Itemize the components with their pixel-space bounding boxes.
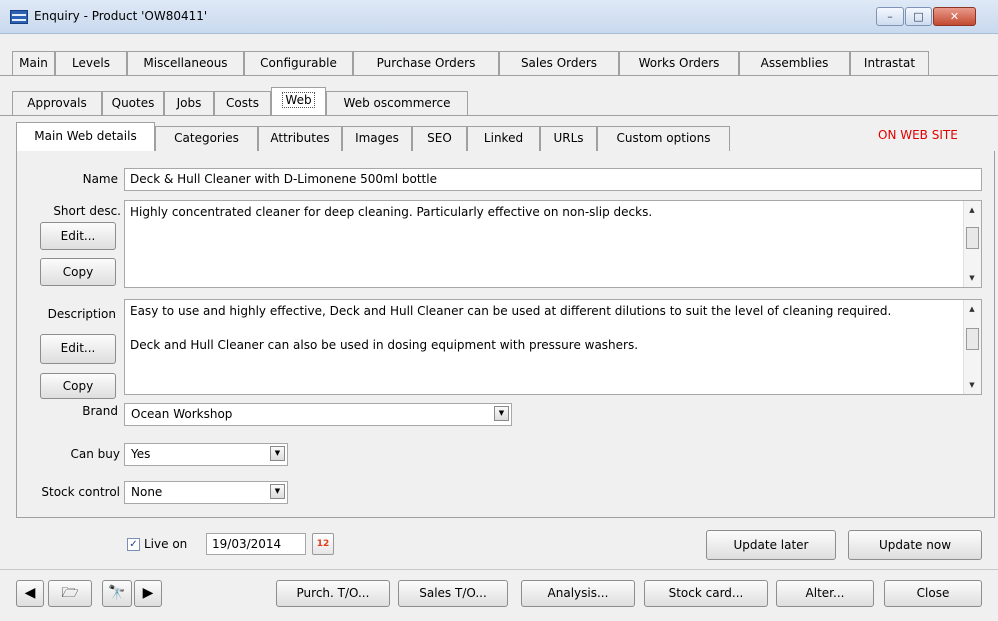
subtab-attributes[interactable]: Attributes bbox=[258, 126, 342, 151]
scroll-thumb[interactable] bbox=[966, 227, 979, 249]
scroll-down-icon[interactable]: ▼ bbox=[964, 378, 980, 392]
binoculars-icon[interactable]: 🔭 bbox=[102, 580, 132, 607]
subtab-images[interactable]: Images bbox=[342, 126, 412, 151]
alter-button[interactable]: Alter... bbox=[776, 580, 874, 607]
scroll-down-icon[interactable]: ▼ bbox=[964, 271, 980, 285]
bottom-divider bbox=[0, 569, 998, 570]
description-para-2: Deck and Hull Cleaner can also be used i… bbox=[130, 338, 639, 352]
name-field[interactable]: Deck & Hull Cleaner with D-Limonene 500m… bbox=[124, 168, 982, 191]
chevron-down-icon[interactable]: ▼ bbox=[494, 406, 509, 421]
scroll-up-icon[interactable]: ▲ bbox=[964, 302, 980, 316]
close-window-button[interactable]: ✕ bbox=[933, 7, 976, 26]
tab-sales-orders[interactable]: Sales Orders bbox=[499, 51, 619, 76]
stock-control-select[interactable]: None ▼ bbox=[124, 481, 288, 504]
short-desc-text: Highly concentrated cleaner for deep cle… bbox=[130, 205, 653, 219]
tab-configurable[interactable]: Configurable bbox=[244, 51, 353, 76]
subtab-main-web-details[interactable]: Main Web details bbox=[16, 122, 155, 152]
analysis-button[interactable]: Analysis... bbox=[521, 580, 635, 607]
minimize-button[interactable]: – bbox=[876, 7, 904, 26]
folder-icon[interactable]: 🗁 bbox=[48, 580, 92, 607]
next-icon[interactable]: ▶ bbox=[134, 580, 162, 607]
tab-row-divider bbox=[0, 75, 998, 76]
tab-approvals[interactable]: Approvals bbox=[12, 91, 102, 116]
tab-miscellaneous[interactable]: Miscellaneous bbox=[127, 51, 244, 76]
tab-costs[interactable]: Costs bbox=[214, 91, 271, 116]
status-badge: ON WEB SITE bbox=[878, 128, 958, 142]
stock-card-button[interactable]: Stock card... bbox=[644, 580, 768, 607]
live-on-date-field[interactable]: 19/03/2014 bbox=[206, 533, 306, 555]
tab-web-label: Web bbox=[282, 92, 315, 108]
can-buy-label: Can buy bbox=[70, 447, 120, 461]
purch-to-button[interactable]: Purch. T/O... bbox=[276, 580, 390, 607]
description-field[interactable]: Easy to use and highly effective, Deck a… bbox=[124, 299, 982, 395]
subtab-categories[interactable]: Categories bbox=[155, 126, 258, 151]
scroll-thumb[interactable] bbox=[966, 328, 979, 350]
tab-web-oscommerce[interactable]: Web oscommerce bbox=[326, 91, 468, 116]
description-copy-button[interactable]: Copy bbox=[40, 373, 116, 399]
brand-select[interactable]: Ocean Workshop ▼ bbox=[124, 403, 512, 426]
short-desc-scrollbar[interactable]: ▲ ▼ bbox=[963, 201, 981, 287]
short-desc-label: Short desc. bbox=[53, 204, 121, 218]
tab-jobs[interactable]: Jobs bbox=[164, 91, 214, 116]
chevron-down-icon[interactable]: ▼ bbox=[270, 446, 285, 461]
close-button[interactable]: Close bbox=[884, 580, 982, 607]
previous-icon[interactable]: ◀ bbox=[16, 580, 44, 607]
tab-works-orders[interactable]: Works Orders bbox=[619, 51, 739, 76]
subtab-custom-options[interactable]: Custom options bbox=[597, 126, 730, 151]
stock-control-label: Stock control bbox=[41, 485, 120, 499]
window-title: Enquiry - Product 'OW80411' bbox=[34, 9, 208, 23]
sales-to-button[interactable]: Sales T/O... bbox=[398, 580, 508, 607]
can-buy-value: Yes bbox=[131, 447, 151, 461]
update-later-button[interactable]: Update later bbox=[706, 530, 836, 560]
subtab-urls[interactable]: URLs bbox=[540, 126, 597, 151]
description-edit-button[interactable]: Edit... bbox=[40, 334, 116, 364]
tab-assemblies[interactable]: Assemblies bbox=[739, 51, 850, 76]
app-icon bbox=[10, 10, 28, 24]
short-desc-copy-button[interactable]: Copy bbox=[40, 258, 116, 286]
calendar-icon[interactable]: 12 bbox=[312, 533, 334, 555]
name-label: Name bbox=[82, 172, 118, 186]
description-label: Description bbox=[47, 307, 116, 321]
tab-quotes[interactable]: Quotes bbox=[102, 91, 164, 116]
short-desc-field[interactable]: Highly concentrated cleaner for deep cle… bbox=[124, 200, 982, 288]
tab-web[interactable]: Web bbox=[271, 87, 326, 116]
description-para-1: Easy to use and highly effective, Deck a… bbox=[130, 304, 892, 318]
live-on-checkbox[interactable]: ✓ bbox=[127, 538, 140, 551]
tab-levels[interactable]: Levels bbox=[55, 51, 127, 76]
subtab-linked[interactable]: Linked bbox=[467, 126, 540, 151]
short-desc-edit-button[interactable]: Edit... bbox=[40, 222, 116, 250]
subtab-seo[interactable]: SEO bbox=[412, 126, 467, 151]
chevron-down-icon[interactable]: ▼ bbox=[270, 484, 285, 499]
tab-purchase-orders[interactable]: Purchase Orders bbox=[353, 51, 499, 76]
brand-value: Ocean Workshop bbox=[131, 407, 233, 421]
update-now-button[interactable]: Update now bbox=[848, 530, 982, 560]
brand-label: Brand bbox=[82, 404, 118, 418]
tab-row-divider bbox=[0, 115, 998, 116]
can-buy-select[interactable]: Yes ▼ bbox=[124, 443, 288, 466]
description-scrollbar[interactable]: ▲ ▼ bbox=[963, 300, 981, 394]
title-bar: Enquiry - Product 'OW80411' – □ ✕ bbox=[0, 0, 998, 34]
tab-intrastat[interactable]: Intrastat bbox=[850, 51, 929, 76]
stock-control-value: None bbox=[131, 485, 163, 499]
scroll-up-icon[interactable]: ▲ bbox=[964, 203, 980, 217]
tab-main[interactable]: Main bbox=[12, 51, 55, 76]
live-on-label: Live on bbox=[144, 537, 188, 551]
maximize-button[interactable]: □ bbox=[905, 7, 932, 26]
